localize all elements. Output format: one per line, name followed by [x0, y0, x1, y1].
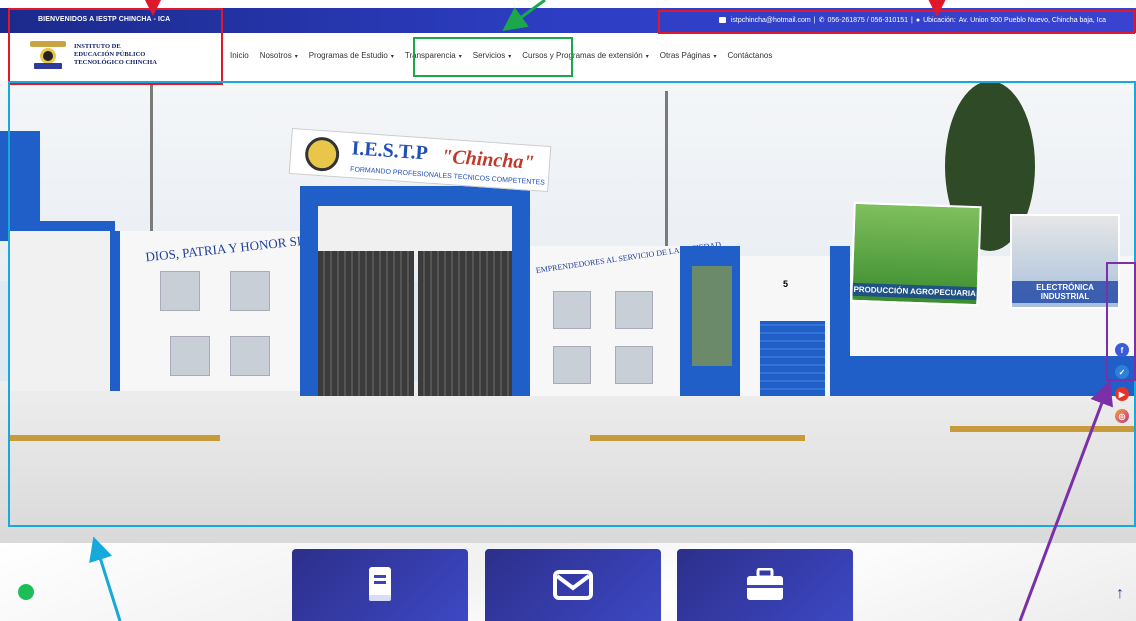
phone-icon: ✆ [818, 17, 825, 24]
book-icon [369, 567, 391, 601]
hero-banner-image: DIOS, PATRIA Y HONOR SIEMPRE I.E.S.T.P "… [0, 81, 1136, 543]
email-link[interactable]: istpchincha@hotmail.com [731, 17, 811, 24]
mail-icon [718, 17, 726, 23]
mail-icon [553, 570, 593, 600]
nav-item-inicio[interactable]: Inicio [230, 51, 249, 60]
phone-numbers[interactable]: 056-261875 / 056-310151 [827, 17, 908, 24]
facebook-icon[interactable]: f [1115, 343, 1129, 357]
door-number: 5 [783, 279, 789, 289]
briefcase-icon [747, 568, 783, 600]
main-nav: Inicio Nosotros ▾ Programas de Estudio ▾ T… [230, 51, 783, 60]
nav-item-programas[interactable]: Programas de Estudio ▾ [309, 51, 394, 60]
site-logo[interactable]: INSTITUTO DE EDUCACIÓN PÚBLICO TECNOLÓGI… [30, 41, 157, 69]
address-text: Av. Union 500 Pueblo Nuevo, Chincha baja… [958, 16, 1106, 24]
nav-item-nosotros[interactable]: Nosotros ▾ [260, 51, 298, 60]
whatsapp-icon[interactable] [18, 584, 34, 600]
chevron-down-icon: ▾ [458, 54, 462, 60]
feature-card-mail[interactable] [485, 549, 661, 621]
doorway [692, 266, 732, 366]
emblem-icon [304, 136, 341, 173]
nav-item-cursos[interactable]: Cursos y Programas de extensión ▾ [522, 51, 649, 60]
billboard-electronica: ELECTRÓNICA INDUSTRIAL [1010, 214, 1120, 309]
gate-right [418, 251, 512, 396]
feature-card-briefcase[interactable] [677, 549, 853, 621]
chevron-down-icon: ▾ [508, 54, 512, 60]
contact-info: istpchincha@hotmail.com | ✆ 056-261875 /… [718, 16, 1106, 24]
welcome-text: BIENVENIDOS A IESTP CHINCHA - ICA [38, 16, 171, 23]
nav-item-servicios[interactable]: Servicios ▾ [473, 51, 511, 60]
instagram-icon[interactable]: ◎ [1115, 409, 1129, 423]
page: BIENVENIDOS A IESTP CHINCHA - ICA istpch… [0, 0, 1136, 621]
gate-left [318, 251, 414, 396]
location-label: Ubicación: [923, 16, 956, 24]
billboard-agro: PRODUCCIÓN AGROPECUARIA [850, 201, 982, 307]
scroll-to-top-icon[interactable]: ↑ [1116, 585, 1124, 603]
site-header: INSTITUTO DE EDUCACIÓN PÚBLICO TECNOLÓGI… [0, 33, 1136, 81]
chevron-down-icon: ▾ [390, 54, 394, 60]
chevron-down-icon: ▾ [294, 54, 298, 60]
nav-item-otras-paginas[interactable]: Otras Páginas ▾ [660, 51, 717, 60]
chevron-down-icon: ▾ [713, 54, 717, 60]
feature-card-book[interactable] [292, 549, 468, 621]
twitter-icon[interactable]: ✓ [1115, 365, 1129, 379]
top-info-bar: BIENVENIDOS A IESTP CHINCHA - ICA istpch… [0, 8, 1136, 33]
location-icon: ● [915, 16, 921, 24]
logo-text: INSTITUTO DE EDUCACIÓN PÚBLICO TECNOLÓGI… [74, 43, 157, 66]
nav-item-transparencia[interactable]: Transparencia ▾ [405, 51, 462, 60]
chevron-down-icon: ▾ [645, 54, 649, 60]
youtube-icon[interactable]: ▶ [1115, 387, 1129, 401]
feature-section: ↑ [0, 543, 1136, 621]
nav-item-contactanos[interactable]: Contáctanos [727, 51, 772, 60]
social-rail: f ✓ ▶ ◎ [1110, 343, 1134, 423]
logo-emblem-icon [30, 41, 66, 69]
